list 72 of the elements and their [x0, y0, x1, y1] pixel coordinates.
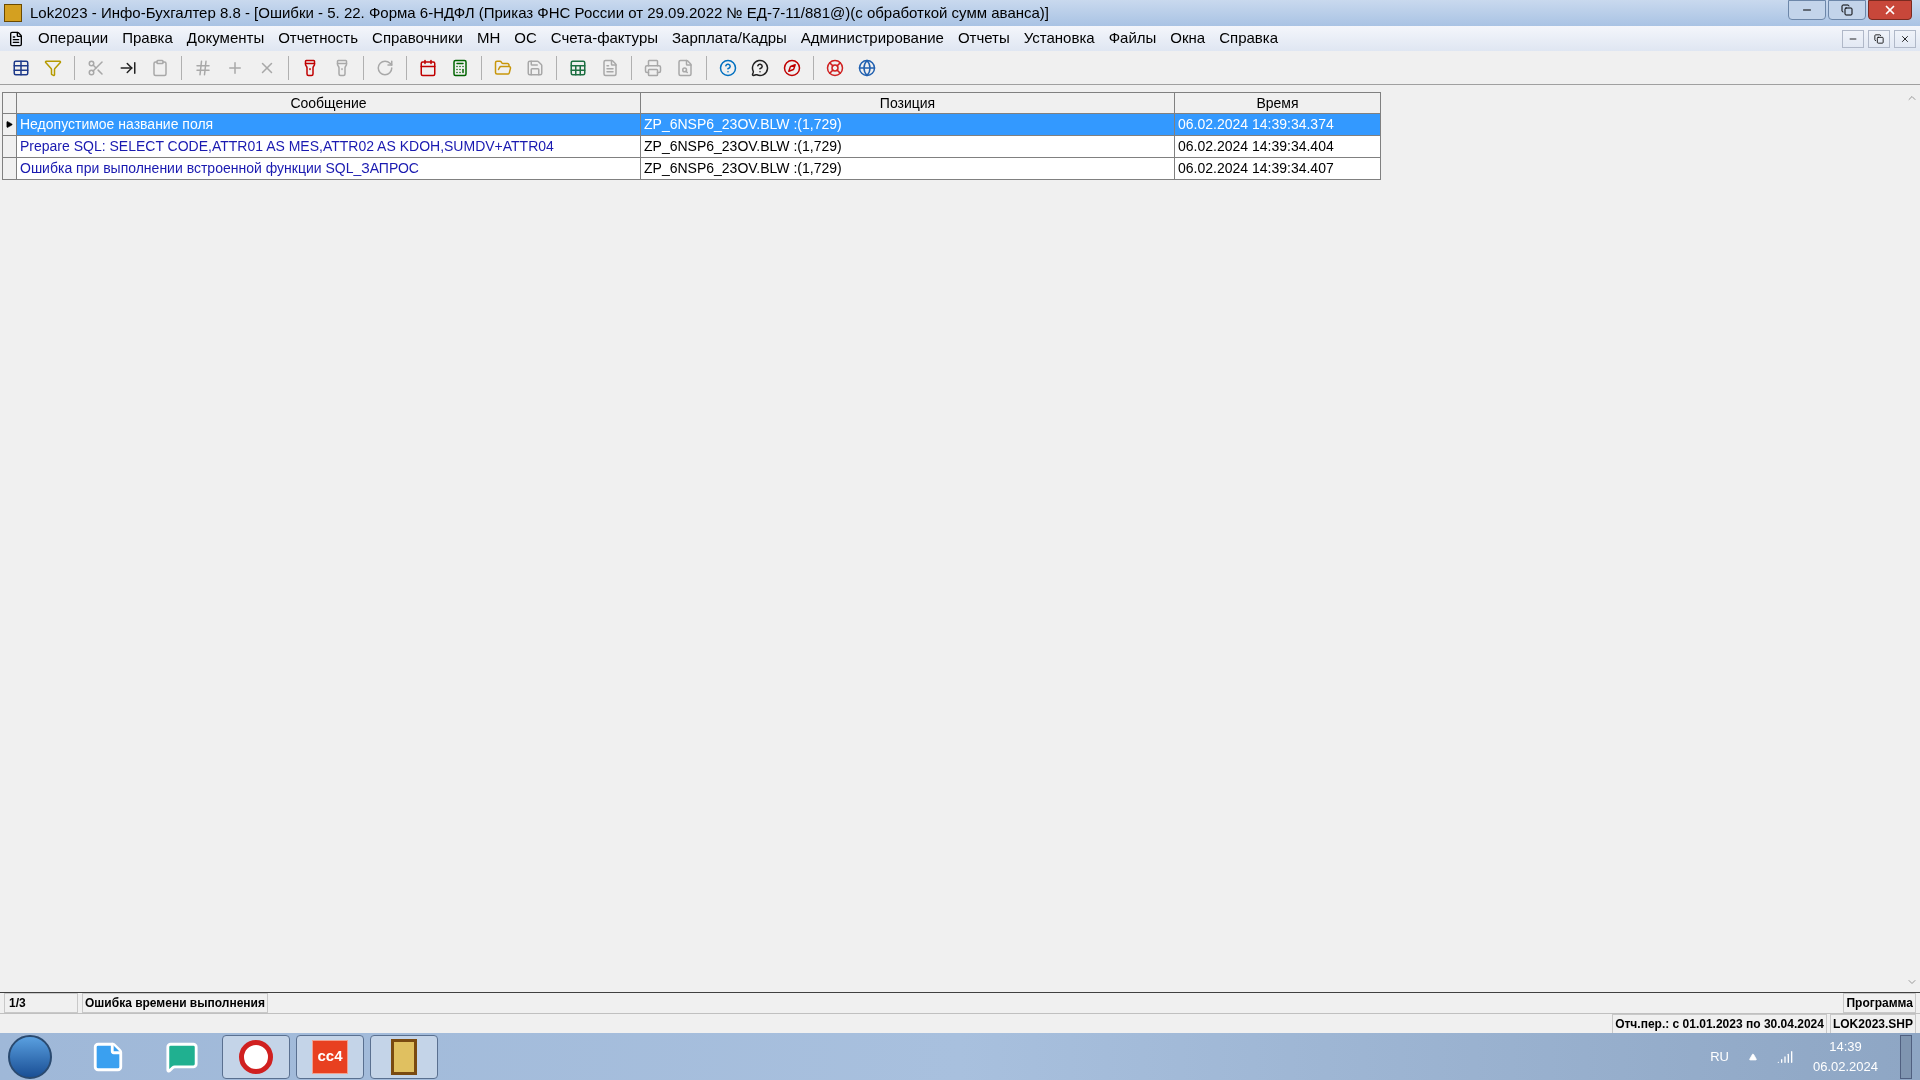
column-header[interactable]: Позиция	[641, 92, 1175, 114]
calendar-icon	[419, 58, 437, 77]
menu-item[interactable]: МН	[476, 27, 501, 50]
table-cell: ZP_6NSP6_23OV.BLW :(1,729)	[641, 114, 1175, 136]
status-mode: Программа	[1843, 993, 1916, 1013]
table-cell: 06.02.2024 14:39:34.407	[1175, 158, 1381, 180]
spreadsheet-icon	[569, 58, 587, 77]
refresh-icon	[376, 58, 394, 77]
minimize-button[interactable]	[1788, 0, 1826, 20]
menu-item[interactable]: Файлы	[1108, 27, 1157, 50]
table-cell: Ошибка при выполнении встроенной функции SQL_ЗАПРОС	[17, 158, 641, 180]
menu-item[interactable]: Справочники	[372, 27, 463, 50]
lifebuoy-icon	[826, 58, 844, 77]
menu-item[interactable]: ОС	[514, 27, 537, 50]
table-row[interactable]: Ошибка при выполнении встроенной функции SQL_ЗАПРОС ZP_6NSP6_23OV.BLW :(1,729) 06.02.2024 14:39:34.407	[2, 158, 1903, 180]
menu-item[interactable]: Окна	[1170, 27, 1206, 50]
close-icon	[1883, 3, 1897, 17]
column-header[interactable]: Время	[1175, 92, 1381, 114]
window-title: Lok2023 - Инфо-Бухгалтер 8.8 - [Ошибки - 5. 22. Форма 6-НДФЛ (Приказ ФНС России от 29.09.2022 № ЕД-7-11/881@)(с обработкой сумм аванса)]	[30, 2, 1049, 23]
menu-item[interactable]: Отчеты	[957, 27, 1010, 50]
menu-item[interactable]: Справка	[1219, 27, 1279, 50]
table-row[interactable]: Prepare SQL: SELECT CODE,ATTR01 AS MES,ATTR02 AS KDOH,SUMDV+ATTR04 ZP_6NSP6_23OV.BLW :(1,729) 06.02.2024 14:39:34.404	[2, 136, 1903, 158]
menu-item[interactable]: Счета-фактуры	[550, 27, 659, 50]
table-cell: Prepare SQL: SELECT CODE,ATTR01 AS MES,ATTR02 AS KDOH,SUMDV+ATTR04	[17, 136, 641, 158]
restore-icon	[1841, 4, 1853, 16]
app-logo: cc4	[312, 1039, 348, 1074]
taskbar-app-button[interactable]: cc4	[296, 1034, 364, 1079]
menu-item[interactable]: Установка	[1023, 27, 1095, 50]
table-cell: ZP_6NSP6_23OV.BLW :(1,729)	[641, 136, 1175, 158]
menu-item[interactable]: Зарплата/Кадры	[672, 27, 787, 50]
menu-item[interactable]: Администрирование	[800, 27, 944, 50]
close-icon	[1900, 33, 1910, 44]
menu-item[interactable]: Отчетность	[278, 27, 359, 50]
menu-item[interactable]: Правка	[122, 27, 173, 50]
document-icon	[8, 30, 24, 47]
restore-icon	[1874, 33, 1884, 44]
restore-button[interactable]	[1828, 0, 1866, 20]
child-restore-button[interactable]	[1868, 29, 1890, 48]
app-logo-icon	[4, 4, 22, 22]
network-icon[interactable]	[1776, 1048, 1793, 1065]
menu-item[interactable]: Документы	[186, 27, 265, 50]
table-cell: ZP_6NSP6_23OV.BLW :(1,729)	[641, 158, 1175, 180]
help-icon	[719, 58, 737, 77]
column-header[interactable]: Сообщение	[17, 92, 641, 114]
table-cell: 06.02.2024 14:39:34.404	[1175, 136, 1381, 158]
table-cell: Недопустимое название поля	[17, 114, 641, 136]
taskbar-app-button[interactable]	[222, 1034, 290, 1079]
show-hidden-icons-icon[interactable]	[1748, 1052, 1757, 1061]
save-icon	[526, 58, 544, 77]
current-row-icon	[6, 121, 13, 128]
pointer-help-icon	[751, 58, 769, 77]
close-button[interactable]	[1868, 0, 1912, 20]
record-counter: 1/3	[4, 993, 78, 1013]
status-message: Ошибка времени выполнения	[82, 993, 268, 1013]
taskbar-app-button[interactable]	[370, 1034, 438, 1079]
document-icon	[601, 58, 619, 77]
start-button[interactable]	[8, 1034, 52, 1079]
numbering-icon	[194, 58, 212, 77]
table-icon	[12, 58, 30, 77]
preview-icon	[676, 58, 694, 77]
child-close-button[interactable]	[1894, 29, 1916, 48]
compass-icon	[783, 58, 801, 77]
calculator-icon	[451, 58, 469, 77]
scissors-icon	[87, 58, 105, 77]
printer-icon	[644, 58, 662, 77]
menu-item[interactable]: Операции	[38, 27, 109, 50]
globe-icon	[858, 58, 876, 77]
filter-icon	[44, 58, 62, 77]
show-desktop-button[interactable]	[1900, 1034, 1912, 1079]
table-cell: 06.02.2024 14:39:34.374	[1175, 114, 1381, 136]
folder-icon	[494, 58, 512, 77]
clipboard-icon	[151, 58, 169, 77]
